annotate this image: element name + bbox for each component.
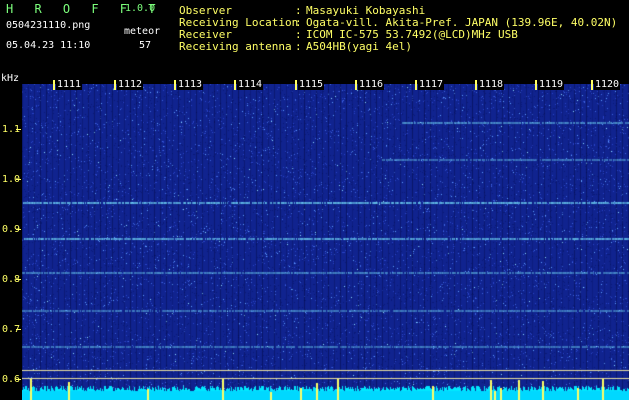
image-filename: 0504231110.png [6,20,91,31]
x-tick-1118 [475,80,477,90]
header-panel: H R O F F T 1.0.0 0504231110.png meteor … [0,0,629,74]
hrofft-window: H R O F F T 1.0.0 0504231110.png meteor … [0,0,629,400]
meteor-count: 57 [139,40,152,51]
mode-label: meteor [124,26,161,37]
x-tick-label-1115: 1115 [298,79,325,90]
x-tick-1112 [114,80,116,90]
spectrogram-plot [22,84,629,400]
antenna-value: A504HB(yagi 4el) [306,40,412,53]
spectrogram-canvas [22,84,629,400]
x-tick-1119 [535,80,537,90]
y-axis-unit: kHz [1,73,20,84]
x-tick-label-1118: 1118 [478,79,505,90]
y-tick-0-9 [16,229,21,230]
antenna-colon: : [295,40,302,53]
y-tick-0-8 [16,279,21,280]
x-tick-label-1117: 1117 [418,79,445,90]
y-tick-1-0 [16,179,21,180]
x-tick-label-1114: 1114 [237,79,264,90]
capture-datetime: 05.04.23 11:10 [6,40,91,51]
x-tick-1114 [234,80,236,90]
x-tick-label-1116: 1116 [358,79,385,90]
x-tick-label-1119: 1119 [538,79,565,90]
antenna-label: Receiving antenna [179,40,292,53]
app-version: 1.0.0 [125,3,156,14]
y-tick-1-1 [16,129,21,130]
x-tick-1120 [591,80,593,90]
x-tick-label-1111: 1111 [56,79,83,90]
x-tick-1117 [415,80,417,90]
x-tick-label-1120: 1120 [594,79,621,90]
x-tick-1111 [53,80,55,90]
x-tick-1113 [174,80,176,90]
x-tick-label-1112: 1112 [117,79,144,90]
x-tick-1115 [295,80,297,90]
x-tick-1116 [355,80,357,90]
x-tick-label-1113: 1113 [177,79,204,90]
y-tick-0-7 [16,329,21,330]
y-tick-0-6 [16,379,21,380]
